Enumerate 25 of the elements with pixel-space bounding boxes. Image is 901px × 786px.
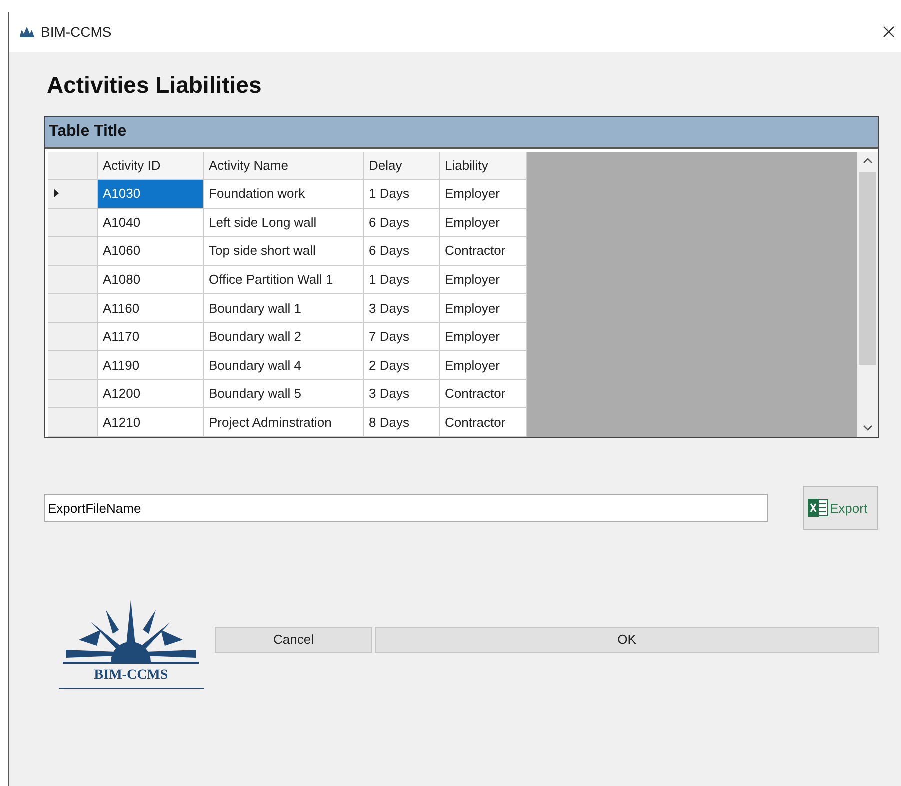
table-title: Table Title <box>45 117 878 149</box>
row-header[interactable] <box>48 322 98 350</box>
table-cell[interactable]: A1030 <box>98 180 204 208</box>
window-title: BIM-CCMS <box>41 24 113 40</box>
row-header[interactable] <box>48 237 98 265</box>
scroll-up-icon[interactable] <box>862 158 872 164</box>
row-header[interactable] <box>48 208 98 236</box>
scrollbar[interactable] <box>857 152 878 437</box>
file-name-field[interactable]: ExportFileName <box>44 494 768 522</box>
logo-text: BIM-CCMS <box>94 668 168 684</box>
close-icon[interactable] <box>883 26 895 38</box>
row-header[interactable] <box>48 351 98 379</box>
row-header[interactable] <box>48 408 98 436</box>
scroll-down-icon[interactable] <box>862 425 872 431</box>
row-header[interactable] <box>48 180 98 208</box>
cancel-button[interactable]: Cancel <box>215 626 372 652</box>
logo-icon <box>61 600 202 664</box>
spreadsheet-icon <box>807 497 829 519</box>
row-header[interactable] <box>48 294 98 322</box>
row-header[interactable] <box>48 266 98 294</box>
row-header[interactable] <box>48 380 98 408</box>
export-button[interactable]: Export <box>803 486 878 530</box>
page-heading: Activities Liabilities <box>47 72 263 100</box>
app-icon <box>19 26 35 38</box>
ok-button[interactable]: OK <box>375 626 880 652</box>
